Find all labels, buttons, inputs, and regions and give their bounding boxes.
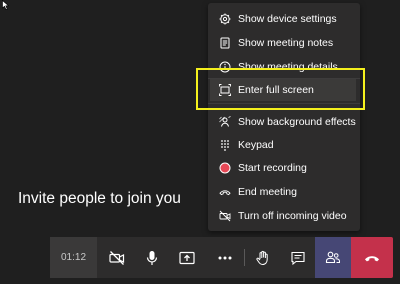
participants-button[interactable] xyxy=(315,237,351,278)
share-screen-button[interactable] xyxy=(170,237,204,278)
invite-message: Invite people to join you xyxy=(18,190,181,207)
video-off-icon xyxy=(219,210,231,222)
menu-item-background-effects[interactable]: Show background effects xyxy=(208,111,360,133)
record-icon xyxy=(219,162,231,174)
background-effects-icon xyxy=(219,116,231,128)
participants-icon xyxy=(325,250,341,266)
more-options-menu: Show device settings Show meeting notes … xyxy=(208,3,360,231)
toolbar-divider xyxy=(244,249,245,266)
camera-toggle-button[interactable] xyxy=(100,237,134,278)
more-options-icon xyxy=(217,250,233,266)
end-meeting-icon xyxy=(219,186,231,198)
highlight-annotation-box xyxy=(196,68,365,110)
raise-hand-button[interactable] xyxy=(246,237,280,278)
menu-item-turn-off-incoming-video[interactable]: Turn off incoming video xyxy=(208,205,360,227)
menu-item-label: End meeting xyxy=(238,186,297,198)
menu-item-label: Show background effects xyxy=(238,116,356,128)
share-screen-icon xyxy=(179,250,195,266)
chat-button[interactable] xyxy=(281,237,315,278)
menu-item-meeting-notes[interactable]: Show meeting notes xyxy=(208,32,360,54)
call-toolbar: 01:12 xyxy=(50,237,393,278)
raise-hand-icon xyxy=(255,250,271,266)
keypad-icon xyxy=(219,139,231,151)
menu-item-label: Keypad xyxy=(238,139,274,151)
mouse-cursor-icon xyxy=(2,0,10,10)
call-timer: 01:12 xyxy=(50,237,97,278)
menu-item-label: Start recording xyxy=(238,162,307,174)
more-options-button[interactable] xyxy=(208,237,242,278)
notes-icon xyxy=(219,37,231,49)
microphone-button[interactable] xyxy=(135,237,169,278)
microphone-icon xyxy=(144,250,160,266)
chat-icon xyxy=(290,250,306,266)
menu-item-keypad[interactable]: Keypad xyxy=(208,134,360,156)
menu-item-device-settings[interactable]: Show device settings xyxy=(208,8,360,30)
hang-up-icon xyxy=(364,250,380,266)
menu-item-label: Turn off incoming video xyxy=(238,210,347,222)
menu-item-label: Show device settings xyxy=(238,13,337,25)
hang-up-button[interactable] xyxy=(351,237,393,278)
menu-item-start-recording[interactable]: Start recording xyxy=(208,157,360,179)
gear-icon xyxy=(219,13,231,25)
menu-item-label: Show meeting notes xyxy=(238,37,334,49)
menu-item-end-meeting[interactable]: End meeting xyxy=(208,181,360,203)
camera-off-icon xyxy=(109,250,125,266)
